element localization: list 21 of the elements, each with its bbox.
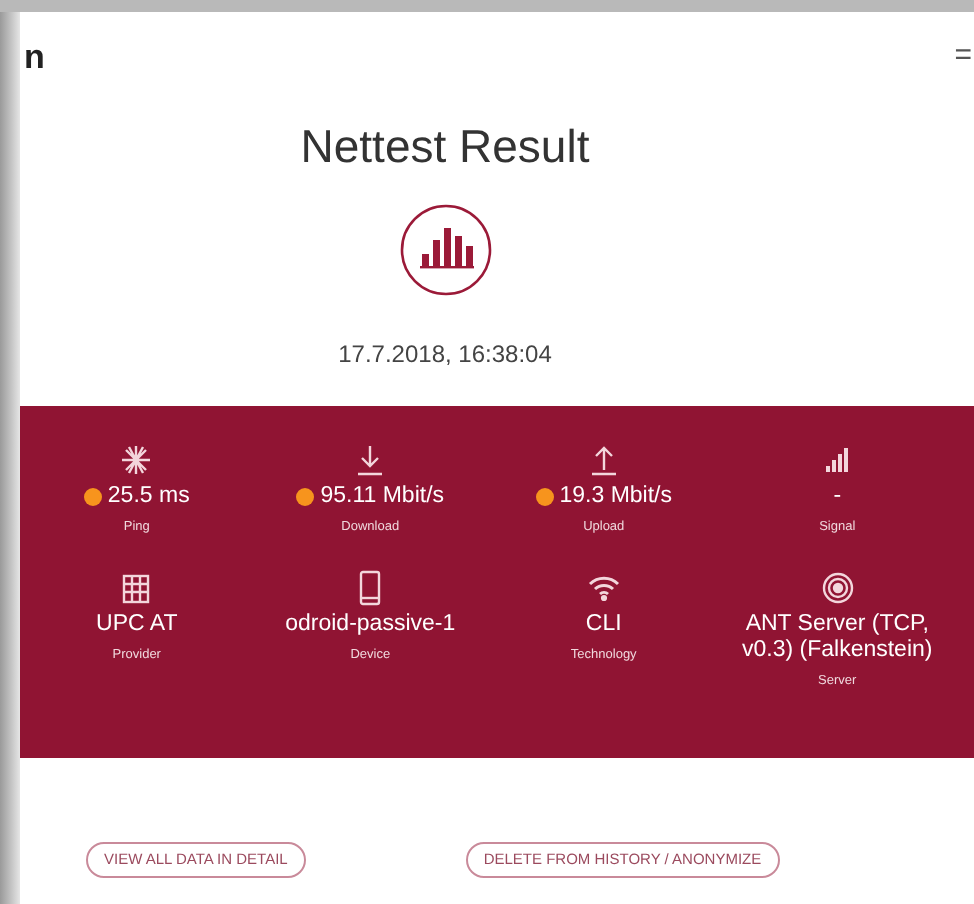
metric-value: odroid-passive-1 — [285, 611, 456, 638]
bar-chart-circle-icon — [399, 204, 491, 296]
metric-value: CLI — [585, 611, 622, 638]
upload-arrow-icon — [587, 444, 620, 476]
metric-value: ANT Server (TCP, v0.3) (Falkenstein) — [740, 611, 935, 664]
metric-value: - — [833, 484, 842, 510]
test-timestamp: 17.7.2018, 16:38:04 — [338, 338, 552, 372]
metric-value: 19.3 Mbit/s — [559, 484, 672, 510]
wifi-icon — [587, 573, 620, 602]
logo-text: n — [22, 40, 45, 74]
signal-bars-icon — [823, 446, 852, 474]
building-icon — [120, 571, 153, 604]
target-icon — [821, 571, 854, 604]
menu-button[interactable]: = — [954, 40, 974, 70]
metric-value: 95.11 Mbit/s — [320, 484, 445, 510]
metric-value: 25.5 ms — [107, 484, 190, 510]
download-arrow-icon — [354, 444, 387, 476]
starburst-icon — [120, 444, 153, 476]
metric-value: UPC AT — [96, 611, 178, 638]
page-title: Nettest Result — [300, 124, 590, 170]
phone-icon — [358, 569, 383, 606]
